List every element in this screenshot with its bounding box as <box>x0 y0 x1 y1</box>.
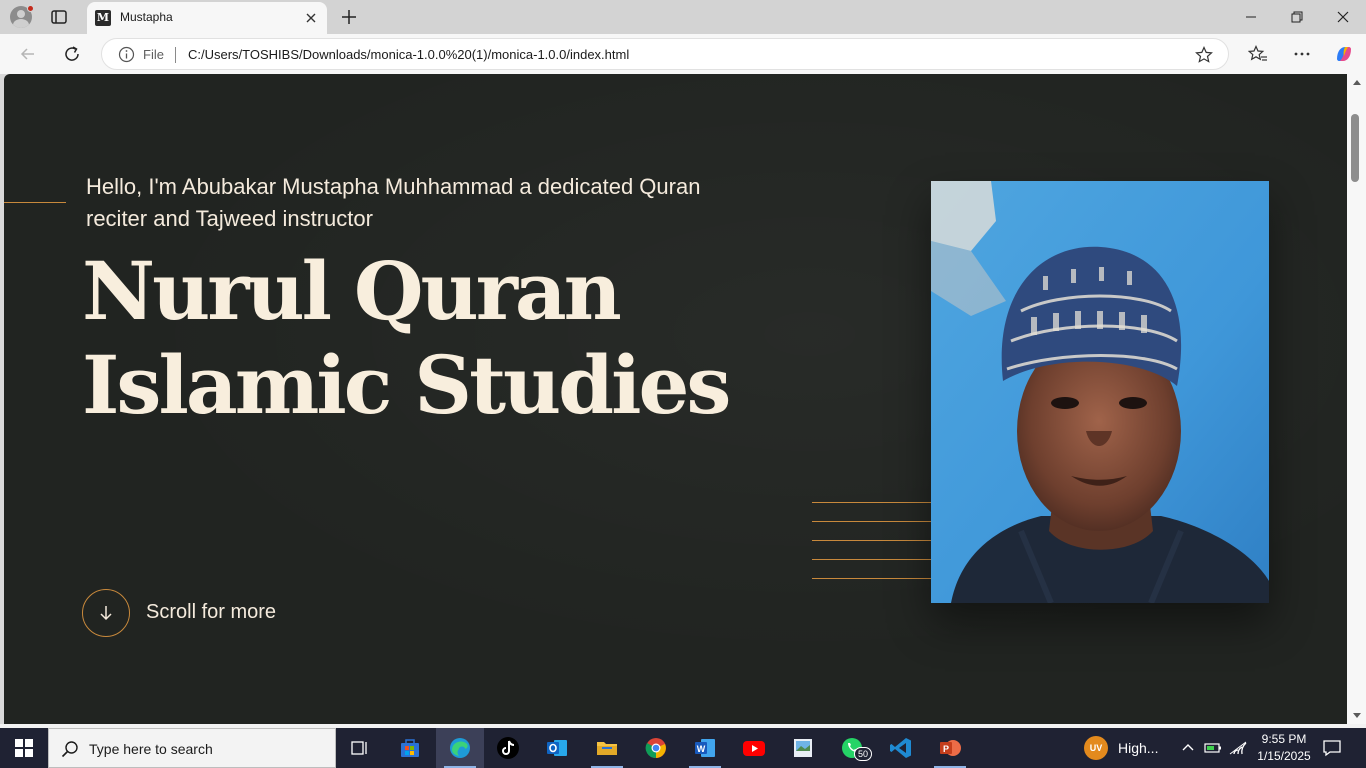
scroll-down-arrow-icon[interactable] <box>1353 713 1361 718</box>
word-icon[interactable]: W <box>681 728 729 768</box>
scroll-for-more-label[interactable]: Scroll for more <box>146 601 276 624</box>
search-placeholder: Type here to search <box>89 741 213 757</box>
outlook-icon[interactable] <box>533 728 581 768</box>
battery-icon[interactable] <box>1203 738 1223 758</box>
decorative-lines <box>812 502 932 597</box>
whatsapp-unread-badge: 50 <box>854 747 872 761</box>
favorite-star-icon[interactable] <box>1194 45 1214 65</box>
hero-headline: Nurul Quran Islamic Studies <box>82 244 731 432</box>
headline-line-1: Nurul Quran <box>82 244 622 338</box>
profile-photo <box>931 181 1269 603</box>
scroll-down-button[interactable] <box>82 589 130 637</box>
task-view-icon[interactable] <box>336 728 384 768</box>
wifi-icon[interactable] <box>1228 738 1248 758</box>
refresh-icon[interactable] <box>60 42 84 66</box>
new-tab-icon[interactable] <box>339 7 359 27</box>
weather-widget[interactable]: UV High... <box>1084 736 1158 760</box>
headline-line-2: Islamic Studies <box>82 338 731 432</box>
favorites-icon[interactable] <box>1246 42 1270 66</box>
windows-start-icon[interactable] <box>0 728 48 768</box>
browser-tab-strip: M Mustapha <box>0 0 1366 34</box>
microsoft-store-icon[interactable] <box>386 728 434 768</box>
file-explorer-icon[interactable] <box>583 728 631 768</box>
page-scrollbar[interactable] <box>1347 74 1366 724</box>
close-icon[interactable] <box>303 10 319 26</box>
vscode-icon[interactable] <box>877 728 925 768</box>
copilot-icon[interactable] <box>1332 42 1356 66</box>
url-scheme-label: File <box>143 47 164 62</box>
browser-toolbar: File C:/Users/TOSHIBS/Downloads/monica-1… <box>0 34 1366 74</box>
minimize-icon[interactable] <box>1228 0 1274 34</box>
hero-intro-text: Hello, I'm Abubakar Mustapha Muhhammad a… <box>86 174 701 231</box>
clock-time: 9:55 PM <box>1261 732 1307 746</box>
close-window-icon[interactable] <box>1320 0 1366 34</box>
taskbar-search-box[interactable]: Type here to search <box>48 728 336 768</box>
tiktok-icon[interactable] <box>484 728 532 768</box>
arrow-down-icon <box>100 606 112 621</box>
chrome-icon[interactable] <box>632 728 680 768</box>
profile-notification-dot <box>27 5 34 12</box>
tab-actions-icon[interactable] <box>50 8 68 26</box>
powerpoint-icon[interactable]: P <box>926 728 974 768</box>
weather-text: High... <box>1118 740 1159 756</box>
tab-title: Mustapha <box>120 10 173 24</box>
scrollbar-thumb[interactable] <box>1351 114 1359 182</box>
clock-date: 1/15/2025 <box>1257 749 1311 763</box>
chevron-up-icon[interactable] <box>1178 738 1198 758</box>
scroll-up-arrow-icon[interactable] <box>1353 80 1361 85</box>
browser-tab[interactable]: M Mustapha <box>87 2 327 34</box>
svg-text:P: P <box>943 744 949 754</box>
accent-line <box>4 202 66 203</box>
back-icon[interactable] <box>16 42 40 66</box>
youtube-icon[interactable] <box>730 728 778 768</box>
address-divider <box>175 47 176 63</box>
edge-icon[interactable] <box>436 728 484 768</box>
web-page: Hello, I'm Abubakar Mustapha Muhhammad a… <box>4 74 1347 724</box>
photos-icon[interactable] <box>779 728 827 768</box>
more-icon[interactable] <box>1290 42 1314 66</box>
svg-text:W: W <box>697 744 706 754</box>
whatsapp-icon[interactable]: 50 <box>828 728 876 768</box>
notification-icon[interactable] <box>1322 738 1344 758</box>
windows-taskbar: Type here to search W 50 P UV High... 9:… <box>0 728 1366 768</box>
search-icon <box>61 740 79 758</box>
info-icon[interactable] <box>118 46 135 63</box>
tab-favicon-icon: M <box>95 10 111 26</box>
restore-icon[interactable] <box>1274 0 1320 34</box>
url-text[interactable]: C:/Users/TOSHIBS/Downloads/monica-1.0.0%… <box>188 47 629 62</box>
address-bar[interactable]: File C:/Users/TOSHIBS/Downloads/monica-1… <box>101 38 1229 70</box>
uv-index-icon: UV <box>1084 736 1108 760</box>
system-clock[interactable]: 9:55 PM 1/15/2025 <box>1246 731 1322 765</box>
